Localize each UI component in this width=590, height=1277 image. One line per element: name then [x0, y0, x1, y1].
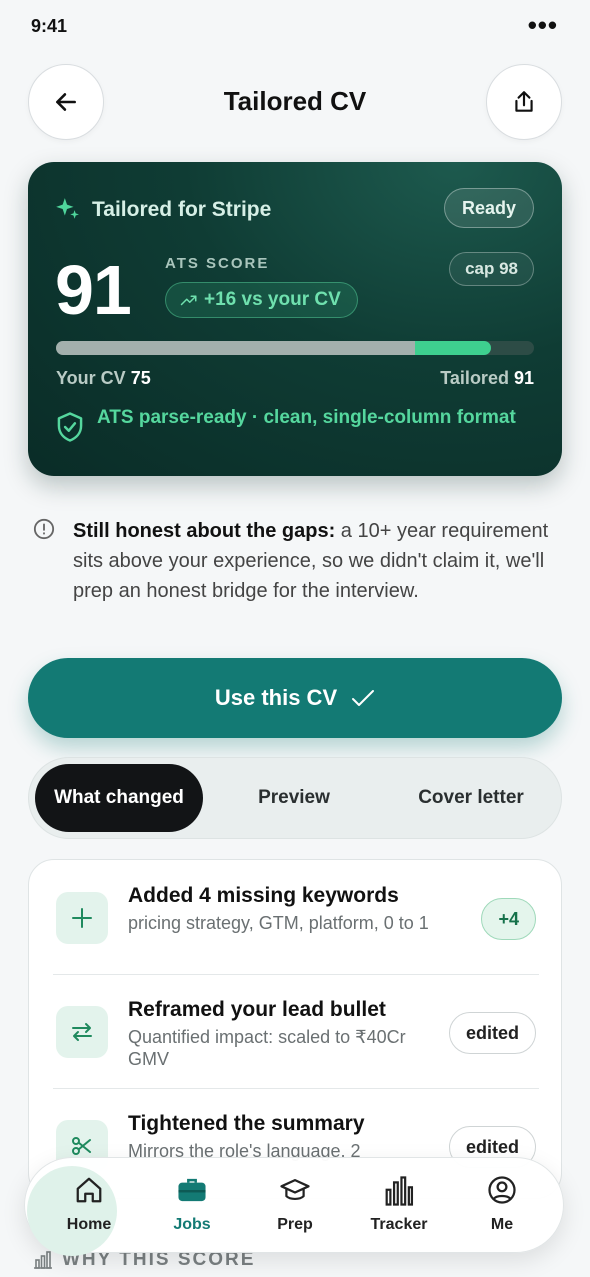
graduation-cap-icon	[280, 1179, 310, 1201]
tailored-progress	[415, 341, 491, 355]
changes-list: Added 4 missing keywords pricing strateg…	[28, 859, 562, 1199]
user-circle-icon	[488, 1176, 516, 1204]
more-icon[interactable]: •••	[528, 10, 558, 41]
home-icon	[76, 1177, 102, 1203]
tab-what-changed[interactable]: What changed	[35, 764, 203, 832]
tab-bar: What changed Preview Cover letter	[28, 757, 562, 839]
trend-up-icon	[180, 295, 197, 306]
list-item[interactable]: Added 4 missing keywords pricing strateg…	[29, 860, 561, 974]
briefcase-icon	[178, 1178, 206, 1202]
tab-preview[interactable]: Preview	[209, 764, 379, 832]
change-badge: +4	[481, 898, 536, 940]
checkmark-icon	[352, 690, 375, 706]
status-badge: Ready	[443, 188, 534, 228]
change-title: Added 4 missing keywords	[128, 884, 399, 907]
tailored-score-label: Tailored 91	[440, 368, 534, 388]
nav-label: Tracker	[370, 1216, 428, 1233]
change-subtitle: Quantified impact: scaled to ₹40Cr GMV	[128, 1027, 406, 1069]
change-title: Reframed your lead bullet	[128, 998, 386, 1021]
nav-home[interactable]: Home	[37, 1158, 141, 1254]
nav-prep[interactable]: Prep	[243, 1158, 347, 1254]
status-time: 9:41	[31, 16, 68, 36]
change-title: Tightened the summary	[128, 1112, 365, 1135]
bottom-nav: Home Jobs Prep Tracker Me	[24, 1157, 564, 1256]
nav-label: Jobs	[173, 1216, 211, 1233]
nav-jobs[interactable]: Jobs	[140, 1158, 244, 1254]
list-item[interactable]: Reframed your lead bullet Quantified imp…	[29, 974, 561, 1088]
score-delta-text: +16 vs your CV	[204, 289, 341, 310]
honesty-note: Still honest about the gaps: a 10+ year …	[73, 516, 563, 606]
bar-chart-icon	[385, 1176, 414, 1206]
score-progress-bar	[56, 341, 534, 355]
status-bar: 9:41 •••	[0, 0, 590, 52]
change-subtitle: pricing strategy, GTM, platform, 0 to 1	[128, 913, 429, 933]
nav-tracker[interactable]: Tracker	[347, 1158, 451, 1254]
nav-me[interactable]: Me	[450, 1158, 554, 1254]
info-icon	[33, 518, 55, 540]
plus-icon	[56, 892, 108, 944]
sparkle-icon	[56, 198, 79, 219]
use-this-cv-button[interactable]: Use this CV	[28, 658, 562, 738]
nav-label: Home	[66, 1216, 112, 1233]
your-cv-progress	[56, 341, 415, 355]
ats-score-value: 91	[55, 251, 132, 329]
card-title: Tailored for Stripe	[92, 198, 272, 221]
nav-label: Me	[490, 1216, 514, 1233]
ats-parse-status: ATS parse-ready · clean, single-column f…	[97, 407, 516, 428]
cap-badge: cap 98	[449, 252, 534, 286]
shield-check-icon	[57, 412, 83, 442]
share-button[interactable]	[486, 64, 562, 140]
swap-arrows-icon	[56, 1006, 108, 1058]
ats-score-label: ATS SCORE	[165, 255, 270, 272]
nav-label: Prep	[277, 1216, 313, 1233]
use-this-cv-label: Use this CV	[214, 685, 338, 710]
honesty-note-lead: Still honest about the gaps:	[73, 520, 336, 542]
tab-cover-letter[interactable]: Cover letter	[381, 764, 561, 832]
change-badge: edited	[448, 1012, 536, 1054]
score-delta-badge: +16 vs your CV	[165, 282, 358, 318]
ats-score-card: Tailored for Stripe Ready 91 ATS SCORE c…	[28, 162, 562, 476]
share-icon	[515, 91, 533, 112]
your-cv-score-label: Your CV 75	[56, 368, 151, 388]
